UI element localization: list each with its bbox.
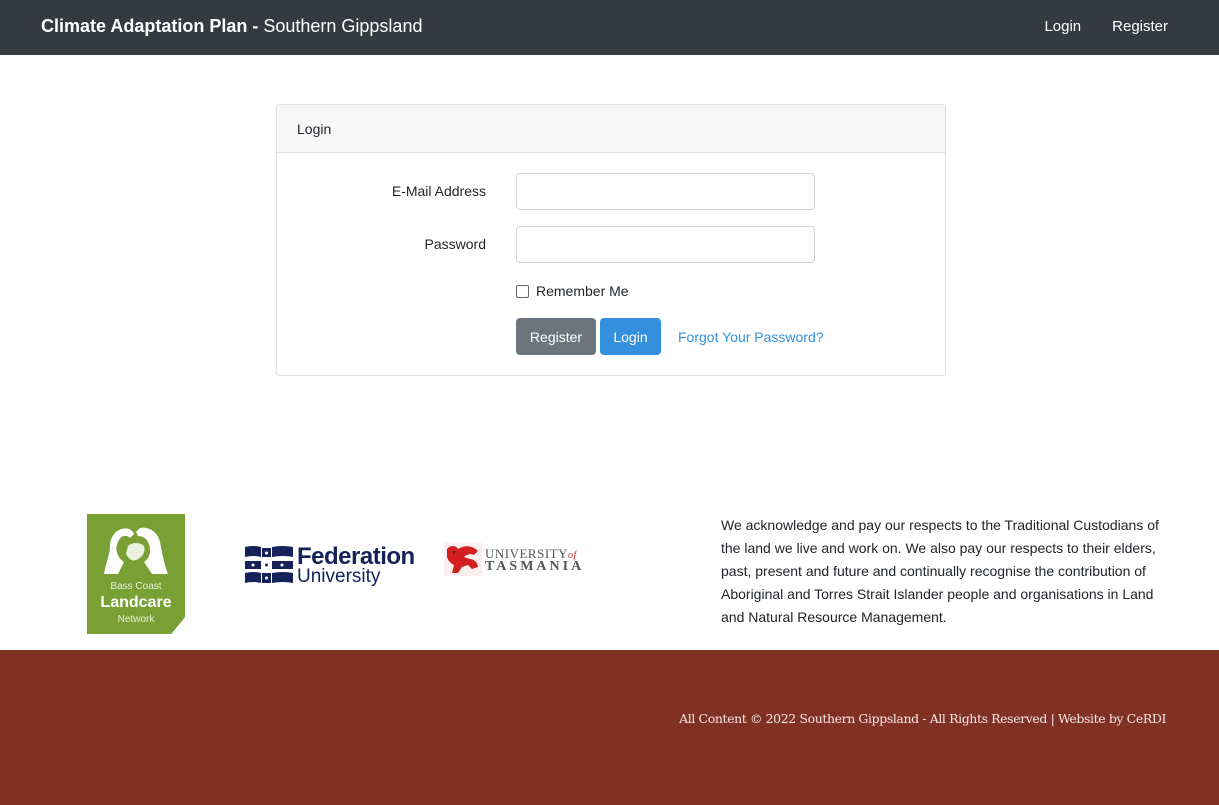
tasmanian-lion-icon <box>444 543 482 576</box>
federation-university-logo: Federation University <box>245 543 415 589</box>
password-label: Password <box>424 236 486 252</box>
landcare-logo: Bass Coast Landcare Network <box>87 514 185 634</box>
email-row: E-Mail Address <box>277 173 945 210</box>
password-input[interactable] <box>516 226 815 263</box>
email-label: E-Mail Address <box>391 183 486 199</box>
federation-line2: University <box>297 566 381 587</box>
nav-register-link[interactable]: Register <box>1112 18 1168 35</box>
remember-me-checkbox[interactable] <box>516 284 529 298</box>
login-button[interactable]: Login <box>600 318 661 355</box>
utas-line2: TASMANIA <box>485 559 585 574</box>
remember-me[interactable]: Remember Me <box>516 283 629 299</box>
site-brand[interactable]: Climate Adaptation Plan - Southern Gipps… <box>41 16 422 37</box>
form-actions: Register Login Forgot Your Password? <box>516 318 824 355</box>
card-header: Login <box>277 105 945 153</box>
register-button[interactable]: Register <box>516 318 596 355</box>
brand-subtitle: Southern Gippsland <box>263 16 423 36</box>
hands-australia-icon <box>104 527 168 574</box>
utas-logo: UNIVERSITYof TASMANIA <box>444 543 584 577</box>
forgot-password-link[interactable]: Forgot Your Password? <box>678 329 824 345</box>
footer: All Content © 2022 Southern Gippsland - … <box>0 650 1219 805</box>
acknowledgement-of-country: We acknowledge and pay our respects to t… <box>721 517 1159 625</box>
federation-flag-icon <box>245 546 293 583</box>
landcare-line1: Bass Coast <box>110 581 162 592</box>
nav-login-link[interactable]: Login <box>1044 18 1081 35</box>
nav-links: Login Register <box>1044 18 1168 35</box>
landcare-line3: Network <box>117 614 155 625</box>
remember-me-label: Remember Me <box>536 283 629 299</box>
email-input[interactable] <box>516 173 815 210</box>
copyright-text: All Content © 2022 Southern Gippsland - … <box>679 711 1166 726</box>
brand-title: Climate Adaptation Plan <box>41 16 248 36</box>
password-row: Password <box>277 226 945 263</box>
navbar: Climate Adaptation Plan - Southern Gipps… <box>0 0 1219 55</box>
brand-separator: - <box>247 16 264 36</box>
landcare-line2: Landcare <box>100 594 172 611</box>
login-card: Login E-Mail Address Password Remember M… <box>276 104 946 376</box>
